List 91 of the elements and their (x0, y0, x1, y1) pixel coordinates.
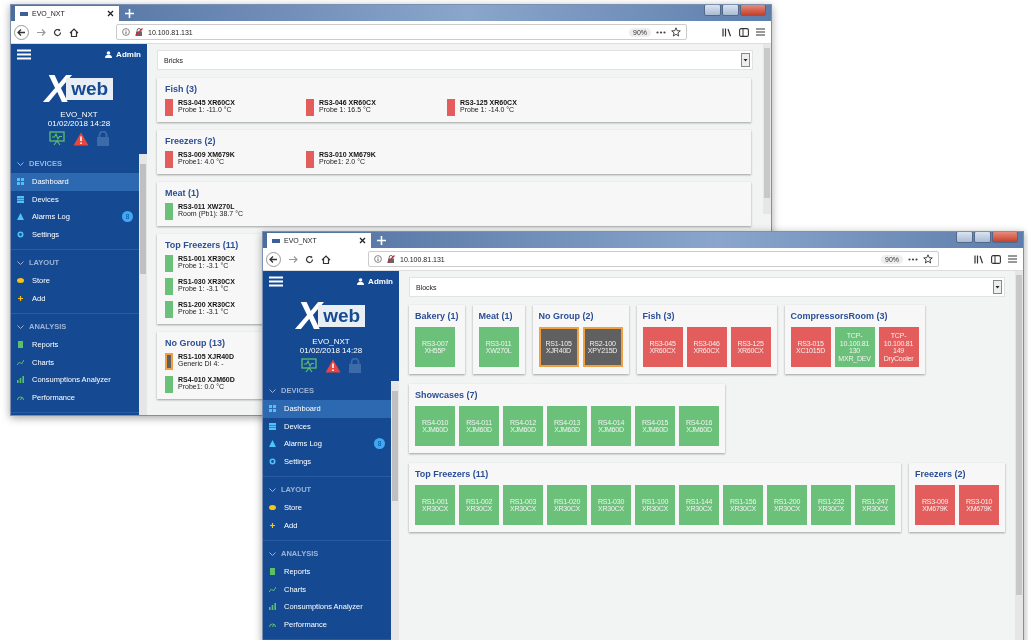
group-title: No Group (2) (538, 311, 594, 321)
group-title: Showcases (7) (415, 390, 478, 400)
chevron-icon[interactable] (17, 161, 24, 166)
menu-icon[interactable] (1008, 255, 1017, 263)
minimize-button[interactable] (956, 232, 973, 243)
nav-icon (269, 603, 276, 611)
nav-icon (17, 358, 24, 366)
chevron-icon[interactable] (269, 388, 276, 393)
group-title: Fish (3) (165, 84, 197, 94)
nav-icon (17, 376, 24, 384)
close-tab-icon[interactable] (359, 237, 366, 244)
maximize-button[interactable] (722, 5, 739, 16)
close-tab-icon[interactable] (107, 10, 114, 17)
sidebar-icon[interactable] (991, 254, 1001, 264)
forward-icon[interactable] (288, 254, 298, 264)
new-tab-icon[interactable] (125, 9, 134, 18)
chevron-icon[interactable] (269, 551, 276, 556)
info-icon[interactable] (374, 255, 382, 263)
group-title: Top Freezers (11) (415, 469, 489, 479)
nav-icon (17, 213, 24, 221)
scrollbar[interactable] (391, 381, 399, 640)
more-icon[interactable] (656, 30, 666, 34)
date-time: 01/02/2018 14:28 (298, 346, 364, 355)
group-title: Fish (3) (642, 311, 675, 321)
minimize-button[interactable] (704, 5, 721, 16)
warning-icon[interactable] (325, 359, 341, 373)
more-icon[interactable] (908, 257, 918, 261)
bookmark-star-icon[interactable] (671, 27, 681, 37)
library-icon[interactable] (722, 27, 732, 37)
chevron-icon[interactable] (17, 260, 24, 265)
nav-icon (269, 440, 276, 448)
tab-favicon-icon (272, 238, 280, 243)
hamburger-menu-icon[interactable] (269, 276, 283, 287)
group-title: Freezers (2) (915, 469, 966, 479)
nav-icon (17, 195, 24, 203)
forward-icon[interactable] (36, 27, 46, 37)
scrollbar[interactable] (1015, 271, 1023, 640)
group-title: No Group (13) (165, 338, 225, 348)
nav-icon (269, 457, 276, 465)
site-name: EVO_NXT (59, 110, 99, 119)
reload-icon[interactable] (305, 254, 314, 264)
user-name[interactable]: Admin (368, 277, 393, 286)
group-title: Meat (1) (165, 188, 199, 198)
tab-favicon-icon (20, 11, 28, 16)
group-title: Top Freezers (11) (165, 240, 239, 250)
reload-icon[interactable] (53, 27, 62, 37)
user-name[interactable]: Admin (116, 50, 141, 59)
scrollbar[interactable] (763, 44, 771, 214)
insecure-lock-icon (135, 28, 143, 36)
group-title: Meat (1) (478, 311, 513, 321)
user-icon (105, 51, 113, 58)
home-icon[interactable] (321, 254, 331, 264)
group-title: Bakery (1) (415, 311, 459, 321)
info-icon[interactable] (122, 28, 130, 36)
hamburger-menu-icon[interactable] (17, 49, 31, 60)
monitor-icon[interactable] (301, 358, 317, 373)
sidebar-icon[interactable] (739, 27, 749, 37)
library-icon[interactable] (974, 254, 984, 264)
nav-icon (269, 568, 276, 576)
close-button[interactable] (992, 232, 1018, 243)
nav-icon (17, 178, 24, 186)
chevron-icon[interactable] (17, 324, 24, 329)
user-icon (357, 278, 365, 285)
nav-icon (269, 504, 276, 512)
nav-icon (17, 393, 24, 401)
nav-icon (17, 294, 24, 302)
nav-icon (17, 341, 24, 349)
group-title: Freezers (2) (165, 136, 216, 146)
warning-icon[interactable] (73, 132, 89, 146)
menu-icon[interactable] (756, 28, 765, 36)
nav-icon (17, 277, 24, 285)
scrollbar[interactable] (139, 154, 147, 415)
nav-icon (269, 585, 276, 593)
date-time: 01/02/2018 14:28 (46, 119, 112, 128)
nav-icon (269, 422, 276, 430)
nav-icon (269, 620, 276, 628)
home-icon[interactable] (69, 27, 79, 37)
back-icon[interactable] (266, 251, 281, 267)
maximize-button[interactable] (974, 232, 991, 243)
monitor-icon[interactable] (49, 131, 65, 146)
bookmark-star-icon[interactable] (923, 254, 933, 264)
group-title: CompressorsRoom (3) (790, 311, 888, 321)
site-name: EVO_NXT (311, 337, 351, 346)
nav-icon (269, 405, 276, 413)
close-button[interactable] (740, 5, 766, 16)
back-icon[interactable] (14, 24, 29, 40)
new-tab-icon[interactable] (377, 236, 386, 245)
nav-icon (17, 230, 24, 238)
insecure-lock-icon (387, 255, 395, 263)
chevron-icon[interactable] (269, 487, 276, 492)
nav-icon (269, 521, 276, 529)
